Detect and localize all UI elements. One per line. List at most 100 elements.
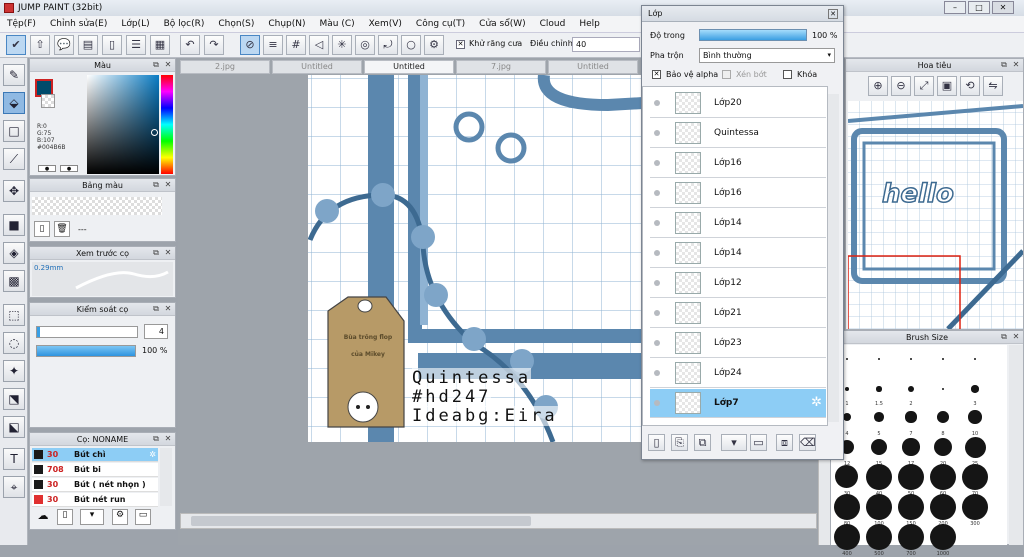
brush-list-item[interactable]: 30 Bút nét run	[32, 493, 158, 507]
menu-help[interactable]: Help	[572, 19, 607, 29]
gradient-tool-icon[interactable]: ▩	[3, 270, 25, 292]
undock-icon[interactable]: ⧉	[151, 434, 161, 444]
antialias-checkbox[interactable]: ✕	[456, 40, 465, 49]
visibility-icon[interactable]	[654, 340, 660, 346]
layer-row[interactable]: Quintessa	[650, 119, 826, 148]
layer-row[interactable]: Lớp23	[650, 329, 826, 358]
cloud-check-icon[interactable]: ✔	[6, 35, 26, 55]
menu-edit[interactable]: Chỉnh sửa(E)	[43, 19, 114, 29]
menu-capture[interactable]: Chụp(N)	[261, 19, 312, 29]
menu-layer[interactable]: Lớp(L)	[114, 19, 156, 29]
undock-icon[interactable]: ⧉	[999, 332, 1009, 342]
rect-select-tool-icon[interactable]: ⬚	[3, 304, 25, 326]
rotate-icon[interactable]: ⟲	[960, 76, 980, 96]
folder-icon[interactable]: ▭	[135, 509, 151, 525]
saturation-value-picker[interactable]	[87, 75, 159, 174]
cloud-download-icon[interactable]: ☁	[35, 509, 51, 525]
menu-tools[interactable]: Công cụ(T)	[409, 19, 472, 29]
brush-size-option[interactable]	[974, 358, 976, 360]
snap-off-icon[interactable]: ⊘	[240, 35, 260, 55]
brush-size-option[interactable]	[866, 464, 892, 490]
layer-row[interactable]: Lớp14	[650, 239, 826, 268]
brush-size-option[interactable]	[933, 437, 953, 457]
move-tool-icon[interactable]: ✥	[3, 180, 25, 202]
close-icon[interactable]: ✕	[163, 60, 173, 70]
fill-rect-tool-icon[interactable]: ■	[3, 214, 25, 236]
menu-color[interactable]: Màu (C)	[313, 19, 362, 29]
close-icon[interactable]: ✕	[163, 434, 173, 444]
visibility-icon[interactable]	[654, 280, 660, 286]
brush-size-option[interactable]	[962, 494, 988, 520]
undo-icon[interactable]: ↶	[180, 35, 200, 55]
scroll-thumb[interactable]	[191, 516, 531, 526]
layer-row[interactable]: Lớp14	[650, 209, 826, 238]
eyedropper-tool-icon[interactable]: ⌖	[3, 476, 25, 498]
brush-size-option[interactable]	[930, 464, 956, 490]
curve-icon[interactable]: ⤾	[378, 35, 398, 55]
undock-icon[interactable]: ⧉	[151, 60, 161, 70]
adjust-input[interactable]: 40	[572, 37, 640, 52]
visibility-icon[interactable]	[654, 160, 660, 166]
perspective-icon[interactable]: ◁	[309, 35, 329, 55]
layer-row[interactable]: Lớp12	[650, 269, 826, 298]
undock-icon[interactable]: ⧉	[151, 248, 161, 258]
blend-mode-select[interactable]: Bình thường ▾	[699, 48, 835, 63]
visibility-icon[interactable]	[654, 220, 660, 226]
speech-bubble-icon[interactable]: 💬	[54, 35, 74, 55]
copy-layer-icon[interactable]: ⎘	[671, 434, 688, 451]
radial-icon[interactable]: ✳	[332, 35, 352, 55]
concentric-icon[interactable]: ◎	[355, 35, 375, 55]
settings-icon[interactable]: ⚙	[424, 35, 444, 55]
visibility-icon[interactable]	[654, 310, 660, 316]
bucket-tool-icon[interactable]: ◈	[3, 242, 25, 264]
upload-icon[interactable]: ⇧	[30, 35, 50, 55]
brush-size-option[interactable]	[870, 438, 888, 456]
zoom-in-icon[interactable]: ⊕	[868, 76, 888, 96]
layer-row[interactable]: Lớp20	[650, 89, 826, 118]
layer-menu-icon[interactable]: ▾	[721, 434, 747, 451]
menu-cloud[interactable]: Cloud	[533, 19, 573, 29]
brush-size-option[interactable]	[866, 494, 892, 520]
comment-icon[interactable]: ▤	[78, 35, 98, 55]
list-icon[interactable]: ☰	[126, 35, 146, 55]
rectangle-tool-icon[interactable]: □	[3, 120, 25, 142]
menu-window[interactable]: Cửa sổ(W)	[472, 19, 532, 29]
layer-list-scrollbar[interactable]	[828, 94, 839, 422]
brush-size-option[interactable]	[964, 436, 986, 458]
zoom-out-icon[interactable]: ⊖	[891, 76, 911, 96]
grid-layout-icon[interactable]: ▦	[150, 35, 170, 55]
gear-icon[interactable]: ✲	[149, 448, 156, 462]
brush-size-option[interactable]	[834, 524, 860, 550]
brush-size-option[interactable]	[835, 465, 859, 489]
brush-size-option[interactable]	[878, 358, 880, 360]
brush-size-option[interactable]	[908, 386, 914, 392]
brush-list-item[interactable]: 30 Bút chì ✲	[32, 448, 158, 462]
document-canvas[interactable]: Bùa trông flop của Mikey Quintessa #hd24…	[308, 75, 643, 442]
menu-select[interactable]: Chọn(S)	[211, 19, 261, 29]
brush-size-option[interactable]	[866, 524, 892, 550]
fit-screen-icon[interactable]: ⤢	[914, 76, 934, 96]
text-tool-icon[interactable]: T	[3, 448, 25, 470]
minimize-button[interactable]: –	[944, 1, 966, 14]
brush-size-option[interactable]	[834, 494, 860, 520]
visibility-icon[interactable]	[654, 370, 660, 376]
brush-menu-icon[interactable]: ▾	[80, 509, 104, 525]
magic-wand-icon[interactable]: ✦	[3, 360, 25, 382]
visibility-icon[interactable]	[654, 250, 660, 256]
horizontal-scrollbar[interactable]	[180, 513, 817, 529]
grid-snap-icon[interactable]: #	[286, 35, 306, 55]
visibility-icon[interactable]	[654, 100, 660, 106]
brush-size-option[interactable]	[898, 524, 924, 550]
layer-row[interactable]: Lớp21	[650, 299, 826, 328]
menu-view[interactable]: Xem(V)	[362, 19, 409, 29]
lasso-tool-icon[interactable]: ◌	[3, 332, 25, 354]
navigator-preview[interactable]: hello	[848, 101, 1023, 329]
actual-size-icon[interactable]: ▣	[937, 76, 957, 96]
layer-opacity-slider[interactable]	[699, 29, 807, 41]
brush-size-option[interactable]	[942, 388, 944, 390]
select-pen-icon[interactable]: ⬔	[3, 388, 25, 410]
layer-row[interactable]: Lớp7 ✲	[650, 389, 826, 418]
new-brush-icon[interactable]: ▯	[57, 509, 73, 525]
swatch-grid[interactable]	[32, 197, 162, 215]
visibility-icon[interactable]	[654, 130, 660, 136]
